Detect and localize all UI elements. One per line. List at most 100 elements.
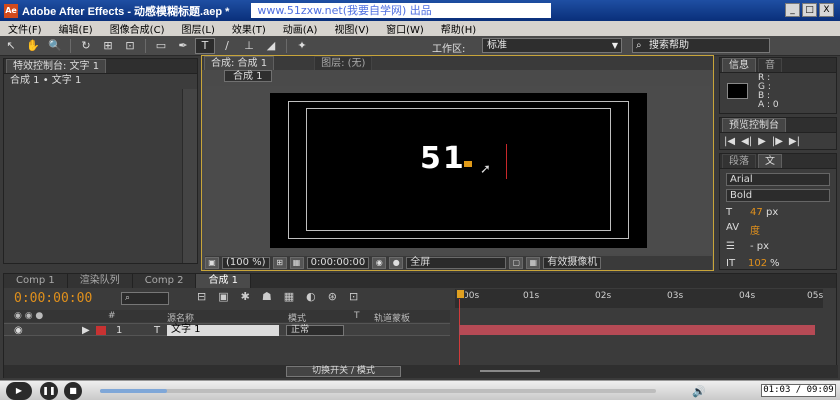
timeline-zoom-slider[interactable]	[480, 370, 540, 372]
next-frame-icon[interactable]: |▶	[772, 136, 783, 147]
channel-readout: R : G : B : A : 0	[758, 74, 779, 110]
selection-tool-icon[interactable]: ↖	[1, 38, 21, 54]
hide-shy-layers-icon[interactable]: ☗	[262, 290, 272, 303]
tab-audio[interactable]: 音	[758, 58, 782, 72]
tab-comp-1[interactable]: Comp 1	[4, 274, 68, 288]
time-ruler[interactable]: 00s 01s 02s 03s 04s 05s	[455, 289, 823, 308]
tab-layer[interactable]: 图层: (无)	[314, 56, 373, 70]
comp-mini-flowchart-icon[interactable]: ⊟	[197, 290, 206, 303]
comp-viewer[interactable]: 51 ➚	[205, 86, 710, 254]
brush-tool-icon[interactable]: ∕	[217, 38, 237, 54]
frame-blending-icon[interactable]: ▦	[284, 290, 294, 303]
menu-composition[interactable]: 图像合成(C)	[102, 21, 174, 36]
menu-file[interactable]: 文件(F)	[0, 21, 51, 36]
tab-composition-1[interactable]: 合成 1	[196, 274, 252, 288]
rotate-tool-icon[interactable]: ↻	[76, 38, 96, 54]
type-tool-icon[interactable]: T	[195, 37, 215, 54]
last-frame-icon[interactable]: ▶|	[789, 136, 800, 147]
visibility-eye-icon[interactable]: ◉	[14, 325, 23, 336]
transparency-grid-icon[interactable]: ▦	[526, 257, 541, 269]
subtab-comp-1[interactable]: 合成 1	[224, 70, 272, 82]
tab-composition[interactable]: 合成: 合成 1	[204, 56, 275, 70]
show-channel-icon[interactable]: ●	[389, 257, 404, 269]
tab-comp-2[interactable]: Comp 2	[132, 274, 197, 288]
tab-preview[interactable]: 预览控制台	[722, 118, 786, 132]
first-frame-icon[interactable]: |◀	[724, 136, 735, 147]
menu-effect[interactable]: 效果(T)	[224, 21, 275, 36]
toggle-switches-modes-button[interactable]: 切换开关 / 模式	[286, 366, 401, 377]
hand-tool-icon[interactable]: ✋	[23, 38, 43, 54]
kerning-value[interactable]: 度	[750, 222, 760, 237]
menu-view[interactable]: 视图(V)	[326, 21, 378, 36]
tab-info[interactable]: 信息	[722, 58, 756, 72]
search-help-field[interactable]: ⌕ 搜索帮助	[632, 38, 770, 53]
timeline-tabs: Comp 1 渲染队列 Comp 2 合成 1	[4, 274, 836, 288]
clone-stamp-tool-icon[interactable]: ⊥	[239, 38, 259, 54]
info-panel-tabbar: 信息 音	[720, 58, 836, 73]
play-icon[interactable]: ▶	[758, 136, 766, 147]
camera-tool-icon[interactable]: ⊞	[98, 38, 118, 54]
eraser-tool-icon[interactable]: ◢	[261, 38, 281, 54]
current-time-display[interactable]: 0:00:00:00	[306, 257, 370, 269]
prev-frame-icon[interactable]: ◀|	[741, 136, 752, 147]
tab-character[interactable]: 文	[758, 154, 782, 168]
effects-scrollbar[interactable]	[182, 89, 197, 263]
canvas-text-layer[interactable]: 51	[420, 141, 466, 176]
brainstorm-icon[interactable]: ⊛	[328, 290, 337, 303]
scale-value[interactable]: 102	[748, 258, 767, 269]
rectangle-mask-tool-icon[interactable]: ▭	[151, 38, 171, 54]
pan-behind-tool-icon[interactable]: ⊡	[120, 38, 140, 54]
draft-3d-icon[interactable]: ✱	[241, 290, 250, 303]
grid-icon[interactable]: ▦	[289, 257, 304, 269]
workspace-select[interactable]: 标准 ▼	[482, 38, 622, 53]
indent-value[interactable]: - px	[750, 241, 769, 252]
menu-edit[interactable]: 编辑(E)	[51, 21, 102, 36]
resolution-select[interactable]: 全屏	[406, 257, 507, 269]
region-of-interest-icon[interactable]: ▢	[509, 257, 524, 269]
menu-help[interactable]: 帮助(H)	[433, 21, 485, 36]
motion-blur-icon[interactable]: ◐	[306, 290, 316, 303]
font-family-select[interactable]: Arial	[726, 173, 830, 186]
play-button[interactable]: ▶	[6, 382, 32, 400]
ruler-label-05s: 05s	[807, 291, 824, 301]
zoom-tool-icon[interactable]: 🔍	[45, 38, 65, 54]
comp-stage[interactable]: 51 ➚	[270, 93, 647, 248]
expand-arrow-icon[interactable]: ▶	[82, 325, 90, 336]
blend-mode-select[interactable]: 正常	[286, 325, 344, 336]
font-size-value[interactable]: 47	[750, 207, 763, 218]
playback-progress-track[interactable]	[100, 389, 656, 393]
zoom-select[interactable]: (100 %)	[222, 257, 270, 269]
stop-button[interactable]: ■	[64, 382, 82, 400]
volume-icon[interactable]: 🔊	[692, 385, 706, 398]
tab-effects-control[interactable]: 特效控制台: 文字 1	[6, 59, 107, 73]
layer-name-field[interactable]: 文字 1	[167, 325, 279, 336]
snapshot-icon[interactable]: ◉	[372, 257, 387, 269]
puppet-tool-icon[interactable]: ✦	[292, 38, 312, 54]
timeline-timecode[interactable]: 0:00:00:00	[14, 291, 92, 306]
camera-view-select[interactable]: 有效摄像机	[543, 257, 602, 269]
timeline-footer: 切换开关 / 模式	[4, 365, 838, 378]
tab-paragraph[interactable]: 段落	[722, 154, 756, 168]
layer-label-color[interactable]	[96, 326, 106, 335]
pen-tool-icon[interactable]: ✒	[173, 38, 193, 54]
preview-panel-tabbar: 预览控制台	[720, 118, 836, 133]
menu-animation[interactable]: 动画(A)	[275, 21, 327, 36]
font-style-select[interactable]: Bold	[726, 189, 830, 202]
live-update-icon[interactable]: ▣	[218, 290, 228, 303]
graph-editor-icon[interactable]: ⊡	[349, 290, 358, 303]
layer-duration-bar[interactable]	[459, 325, 815, 335]
menu-layer[interactable]: 图层(L)	[173, 21, 223, 36]
minimize-button[interactable]: _	[785, 3, 800, 17]
safe-zones-icon[interactable]: ⊞	[272, 257, 287, 269]
close-button[interactable]: X	[819, 3, 834, 17]
menu-window[interactable]: 窗口(W)	[378, 21, 433, 36]
timeline-search-input[interactable]: ⌕	[121, 292, 169, 305]
layer-row[interactable]: ◉ ▶ 1 T 文字 1 正常	[4, 323, 450, 336]
pause-button[interactable]: ❚❚	[40, 382, 58, 400]
tab-render-queue[interactable]: 渲染队列	[67, 274, 133, 288]
always-preview-icon[interactable]: ▣	[205, 257, 219, 269]
maximize-button[interactable]: □	[802, 3, 817, 17]
watermark-banner: www.51zxw.net(我要自学网) 出品	[251, 3, 552, 18]
playhead-handle[interactable]	[456, 289, 465, 299]
timeline-panel: Comp 1 渲染队列 Comp 2 合成 1 0:00:00:00 ⌕ ⊟ ▣…	[3, 273, 838, 378]
